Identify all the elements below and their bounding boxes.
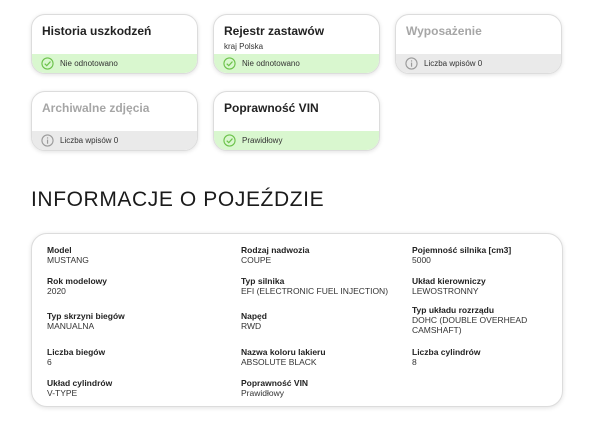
card-status: Nie odnotowano bbox=[32, 54, 197, 73]
field-label: Napęd bbox=[241, 311, 267, 321]
field-value: LEWOSTRONNY bbox=[412, 286, 479, 296]
field-label: Typ skrzyni biegów bbox=[47, 311, 125, 321]
field-label: Układ cylindrów bbox=[47, 378, 113, 388]
field-label: Pojemność silnika [cm3] bbox=[412, 245, 512, 255]
field-cylinder-layout: Układ cylindrów V-TYPE bbox=[47, 378, 197, 398]
info-circle-icon bbox=[41, 134, 54, 147]
field-value: V-TYPE bbox=[47, 388, 78, 398]
card-title: Poprawność VIN bbox=[224, 101, 319, 115]
card-status-text: Liczba wpisów 0 bbox=[60, 136, 119, 145]
field-label: Rok modelowy bbox=[47, 276, 107, 286]
field-drive: Napęd RWD bbox=[241, 311, 391, 331]
check-circle-icon bbox=[223, 134, 236, 147]
info-circle-icon bbox=[405, 57, 418, 70]
field-value: 2020 bbox=[47, 286, 66, 296]
check-circle-icon bbox=[41, 57, 54, 70]
check-circle-icon bbox=[223, 57, 236, 70]
field-label: Nazwa koloru lakieru bbox=[241, 347, 326, 357]
field-label: Liczba cylindrów bbox=[412, 347, 481, 357]
field-value: COUPE bbox=[241, 255, 272, 265]
card-subtitle: kraj Polska bbox=[224, 42, 264, 51]
field-label: Liczba biegów bbox=[47, 347, 106, 357]
field-label: Typ silnika bbox=[241, 276, 285, 286]
field-color: Nazwa koloru lakieru ABSOLUTE BLACK bbox=[241, 347, 391, 367]
card-status-text: Nie odnotowano bbox=[242, 59, 300, 68]
field-value: 6 bbox=[47, 357, 52, 367]
card-status: Nie odnotowano bbox=[214, 54, 379, 73]
field-value: EFI (ELECTRONIC FUEL INJECTION) bbox=[241, 286, 389, 296]
card-damage-history[interactable]: Historia uszkodzeń Nie odnotowano bbox=[31, 14, 198, 74]
vehicle-info-panel: Model MUSTANG Rodzaj nadwozia COUPE Poje… bbox=[31, 233, 563, 407]
field-value: 8 bbox=[412, 357, 417, 367]
field-engine-capacity: Pojemność silnika [cm3] 5000 bbox=[412, 245, 562, 265]
field-label: Model bbox=[47, 245, 72, 255]
card-status-text: Nie odnotowano bbox=[60, 59, 118, 68]
field-model-year: Rok modelowy 2020 bbox=[47, 276, 197, 296]
card-vin-validity[interactable]: Poprawność VIN Prawidłowy bbox=[213, 91, 380, 151]
field-value: MANUALNA bbox=[47, 321, 95, 331]
field-cylinders: Liczba cylindrów 8 bbox=[412, 347, 562, 367]
card-title: Rejestr zastawów bbox=[224, 24, 325, 38]
field-model: Model MUSTANG bbox=[47, 245, 197, 265]
field-steering: Układ kierowniczy LEWOSTRONNY bbox=[412, 276, 562, 296]
field-value: ABSOLUTE BLACK bbox=[241, 357, 317, 367]
field-body-type: Rodzaj nadwozia COUPE bbox=[241, 245, 391, 265]
card-status-text: Liczba wpisów 0 bbox=[424, 59, 483, 68]
field-gears: Liczba biegów 6 bbox=[47, 347, 197, 367]
card-archive-photos[interactable]: Archiwalne zdjęcia Liczba wpisów 0 bbox=[31, 91, 198, 151]
field-value: 5000 bbox=[412, 255, 431, 265]
field-label: Rodzaj nadwozia bbox=[241, 245, 310, 255]
field-value: RWD bbox=[241, 321, 262, 331]
field-gearbox: Typ skrzyni biegów MANUALNA bbox=[47, 311, 197, 331]
section-title: INFORMACJE O POJEŹDZIE bbox=[31, 188, 325, 211]
field-label: Poprawność VIN bbox=[241, 378, 309, 388]
field-value: DOHC (DOUBLE OVERHEAD CAMSHAFT) bbox=[412, 315, 528, 335]
field-vin-validity: Poprawność VIN Prawidłowy bbox=[241, 378, 391, 398]
card-status: Prawidłowy bbox=[214, 131, 379, 150]
card-equipment[interactable]: Wyposażenie Liczba wpisów 0 bbox=[395, 14, 562, 74]
card-title: Wyposażenie bbox=[406, 24, 482, 38]
card-pledge-register[interactable]: Rejestr zastawów kraj Polska Nie odnotow… bbox=[213, 14, 380, 74]
field-label: Typ układu rozrządu bbox=[412, 305, 495, 315]
field-engine-type: Typ silnika EFI (ELECTRONIC FUEL INJECTI… bbox=[241, 276, 406, 296]
field-value: Prawidłowy bbox=[241, 388, 284, 398]
field-value: MUSTANG bbox=[47, 255, 89, 265]
card-title: Archiwalne zdjęcia bbox=[42, 101, 150, 115]
card-status: Liczba wpisów 0 bbox=[396, 54, 561, 73]
field-label: Układ kierowniczy bbox=[412, 276, 486, 286]
field-timing: Typ układu rozrządu DOHC (DOUBLE OVERHEA… bbox=[412, 305, 537, 335]
card-status: Liczba wpisów 0 bbox=[32, 131, 197, 150]
card-title: Historia uszkodzeń bbox=[42, 24, 152, 38]
card-status-text: Prawidłowy bbox=[242, 136, 283, 145]
